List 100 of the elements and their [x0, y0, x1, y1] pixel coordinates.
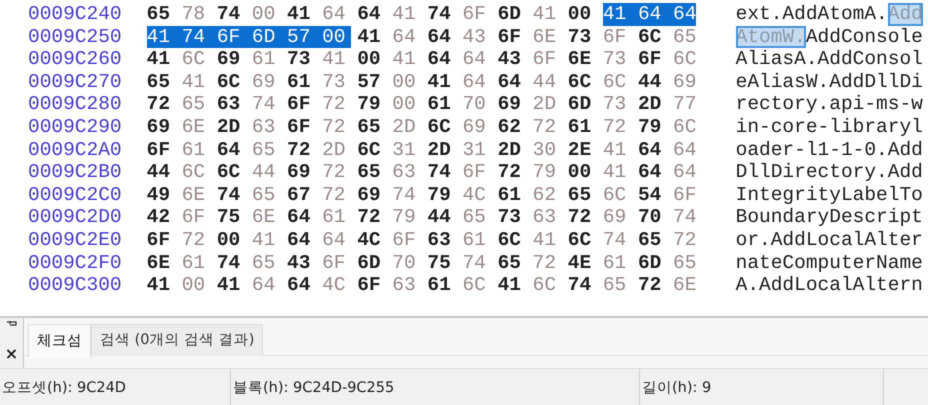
hex-byte[interactable]: 65	[462, 206, 492, 229]
hex-byte[interactable]: 6C	[602, 184, 632, 206]
hex-byte[interactable]: 6E	[673, 274, 696, 297]
hex-byte[interactable]: 44	[252, 161, 282, 184]
hex-byte[interactable]: 6F	[532, 48, 562, 71]
hex-byte[interactable]: 00	[357, 48, 386, 71]
hex-byte[interactable]: 74	[252, 93, 282, 116]
hex-byte[interactable]: 62	[498, 116, 527, 139]
hex-byte[interactable]: 41	[602, 3, 638, 26]
hex-byte[interactable]: 69	[498, 93, 527, 116]
hex-byte[interactable]: 62	[532, 184, 562, 206]
hex-byte[interactable]: 64	[287, 206, 316, 229]
hex-byte[interactable]: 57	[287, 26, 322, 48]
hex-byte[interactable]: 64	[322, 3, 352, 26]
hex-byte[interactable]: 75	[216, 206, 246, 229]
hex-byte[interactable]: 6E	[568, 48, 597, 71]
hex-byte[interactable]: 41	[532, 228, 562, 252]
hex-byte[interactable]: 72	[673, 228, 696, 252]
hex-byte[interactable]: 79	[392, 206, 422, 229]
hex-byte[interactable]: 64	[638, 138, 668, 162]
hex-byte[interactable]: 6E	[182, 184, 211, 206]
hex-byte[interactable]: 64	[638, 161, 668, 184]
hex-byte[interactable]: 41	[182, 70, 211, 94]
hex-byte[interactable]: 64	[498, 70, 527, 94]
hex-byte[interactable]: 49	[146, 184, 176, 206]
hex-byte[interactable]: 69	[252, 70, 282, 94]
hex-byte[interactable]: 64	[673, 138, 696, 162]
hex-byte[interactable]: 2D	[638, 93, 668, 116]
hex-byte[interactable]: 4C	[462, 184, 492, 206]
hex-byte[interactable]: 72	[322, 184, 352, 206]
hex-byte[interactable]: 6C	[216, 70, 246, 94]
hex-byte[interactable]: 65	[498, 252, 527, 274]
hex-byte[interactable]: 73	[322, 70, 352, 94]
hex-byte[interactable]: 63	[216, 93, 246, 116]
hex-byte[interactable]: 31	[392, 138, 422, 162]
pin-icon[interactable]	[6, 321, 16, 327]
hex-byte[interactable]: 44	[532, 70, 562, 94]
panel-tab[interactable]: 검색 (0개의 검색 결과)	[91, 324, 264, 356]
hex-byte[interactable]: 64	[392, 26, 422, 48]
hex-byte[interactable]: 61	[322, 206, 352, 229]
hex-byte[interactable]: 54	[638, 184, 668, 206]
hex-byte[interactable]: 69	[462, 116, 492, 139]
hex-byte[interactable]: 6F	[146, 138, 176, 162]
hex-byte[interactable]: 69	[357, 184, 386, 206]
hex-byte[interactable]: 73	[602, 48, 632, 71]
hex-byte[interactable]: 79	[427, 184, 457, 206]
hex-byte[interactable]: 41	[287, 3, 316, 26]
hex-byte[interactable]: 64	[287, 274, 316, 297]
hex-byte[interactable]: 6D	[638, 252, 668, 274]
hex-byte[interactable]: 63	[392, 161, 422, 184]
hex-byte[interactable]: 61	[462, 228, 492, 252]
hex-byte[interactable]: 64	[427, 48, 457, 71]
hex-byte[interactable]: 64	[357, 3, 386, 26]
hex-byte[interactable]: 6F	[673, 184, 696, 206]
hex-byte[interactable]: 30	[532, 138, 562, 162]
hex-byte[interactable]: 73	[287, 48, 316, 71]
hex-byte[interactable]: 41	[146, 26, 182, 48]
hex-byte[interactable]: 6C	[462, 274, 492, 297]
hex-byte[interactable]: 2D	[427, 138, 457, 162]
hex-byte[interactable]: 00	[568, 3, 597, 26]
hex-byte[interactable]: 44	[427, 206, 457, 229]
hex-byte[interactable]: 65	[252, 252, 282, 274]
hex-byte[interactable]: 65	[252, 138, 282, 162]
hex-byte[interactable]: 6F	[287, 116, 316, 139]
hex-byte[interactable]: 65	[673, 26, 696, 48]
hex-byte[interactable]: 61	[252, 48, 282, 71]
hex-byte[interactable]: 41	[392, 48, 422, 71]
hex-byte[interactable]: 6F	[602, 26, 632, 48]
hex-byte[interactable]: 63	[427, 228, 457, 252]
hex-byte[interactable]: 61	[498, 184, 527, 206]
hex-byte[interactable]: 79	[638, 116, 668, 139]
hex-byte[interactable]: 74	[216, 184, 246, 206]
hex-byte[interactable]: 72	[287, 138, 316, 162]
hex-byte[interactable]: 41	[392, 3, 422, 26]
hex-byte[interactable]: 64	[673, 3, 696, 26]
hex-byte[interactable]: 41	[427, 70, 457, 94]
hex-byte[interactable]: 63	[532, 206, 562, 229]
hex-byte[interactable]: 73	[602, 93, 632, 116]
hex-byte[interactable]: 70	[392, 252, 422, 274]
hex-byte[interactable]: 41	[252, 228, 282, 252]
hex-byte[interactable]: 00	[392, 70, 422, 94]
hex-byte[interactable]: 6C	[673, 116, 696, 139]
hex-byte[interactable]: 79	[357, 93, 386, 116]
hex-byte[interactable]: 41	[146, 48, 176, 71]
hex-byte[interactable]: 00	[182, 274, 211, 297]
hex-byte[interactable]: 00	[568, 161, 597, 184]
hex-byte[interactable]: 69	[216, 48, 246, 71]
hex-byte[interactable]: 6F	[498, 26, 527, 48]
hex-byte[interactable]: 65	[146, 3, 176, 26]
hex-byte[interactable]: 44	[638, 70, 668, 94]
hex-byte[interactable]: 64	[673, 161, 696, 184]
hex-byte[interactable]: 74	[462, 252, 492, 274]
hex-byte[interactable]: 72	[182, 228, 211, 252]
hex-byte[interactable]: 41	[146, 274, 176, 297]
hex-byte[interactable]: 6C	[216, 161, 246, 184]
hex-byte[interactable]: 65	[638, 228, 668, 252]
hex-byte[interactable]: 67	[287, 184, 316, 206]
hex-byte[interactable]: 6C	[532, 274, 562, 297]
hex-byte[interactable]: 74	[568, 274, 597, 297]
hex-byte[interactable]: 64	[462, 48, 492, 71]
